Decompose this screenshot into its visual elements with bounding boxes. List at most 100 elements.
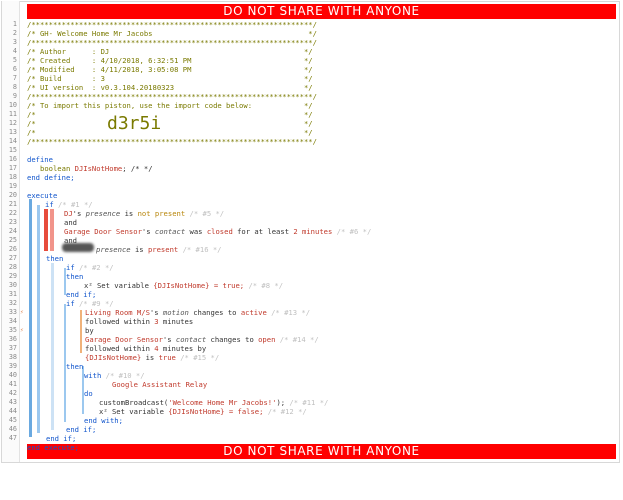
- set-variable-true: x² Set variable {DJIsNotHome} = true; /*…: [84, 281, 283, 290]
- then-block-bar: [51, 263, 54, 430]
- define-comment: /* */: [130, 164, 153, 173]
- if9-statement: if /* #9 */: [66, 299, 114, 308]
- duration-unit: minutes: [302, 227, 333, 236]
- line-number: 44: [8, 407, 17, 415]
- end-if-keyword: end if;: [66, 425, 97, 434]
- attribute-motion: motion: [162, 308, 189, 317]
- lightning-icon: ⚡: [20, 309, 24, 316]
- by-text: by: [197, 344, 207, 353]
- line-number: 11: [8, 110, 17, 118]
- end-with-keyword: end with;: [84, 416, 123, 425]
- line-number: 34: [8, 317, 17, 325]
- condition-comment: /* #5 */: [189, 209, 225, 218]
- function-end: );: [276, 398, 286, 407]
- ui-version-comment: /* UI version : v0.3.104.20180323 */: [27, 83, 313, 92]
- device-garage-door-sensor: Garage Door Sensor: [64, 227, 142, 236]
- action-comment: /* #12 */: [267, 407, 307, 416]
- value-present: present: [147, 245, 179, 254]
- line-number: 3: [12, 38, 17, 46]
- line-number: 26: [8, 245, 17, 253]
- if1-comment: /* #1 */: [57, 200, 93, 209]
- line-number: 9: [12, 92, 17, 100]
- if9-condition-bar: [80, 310, 82, 353]
- condition-comment: /* #16 */: [182, 245, 222, 254]
- condition-garage-closed: Garage Door Sensor's contact was closed …: [64, 227, 371, 236]
- line-number: 32: [8, 299, 17, 307]
- possessive: 's: [72, 209, 82, 218]
- end-if-keyword: end if;: [66, 290, 97, 299]
- line-number: 22: [8, 209, 17, 217]
- line-number: 10: [8, 101, 17, 109]
- possessive: 's: [149, 308, 159, 317]
- line-number: 13: [8, 128, 17, 136]
- value-open: open: [258, 335, 276, 344]
- if9-comment: /* #9 */: [78, 299, 114, 308]
- line-number: 6: [12, 65, 17, 73]
- do-keyword: do: [84, 389, 93, 398]
- line-number: 12: [8, 119, 17, 127]
- set-variable-icon: x²: [84, 281, 93, 290]
- execute-keyword: execute: [27, 191, 58, 200]
- condition-comment: /* #15 */: [180, 353, 220, 362]
- line-number: 16: [8, 155, 17, 163]
- action-comment: /* #11 */: [289, 398, 329, 407]
- line-number: 40: [8, 371, 17, 379]
- then-keyword: then: [66, 272, 84, 281]
- and-operator: and: [64, 218, 77, 227]
- line-number: 24: [8, 227, 17, 235]
- set-variable-false: x² Set variable {DJIsNotHome} = false; /…: [99, 407, 307, 416]
- for-at-least-text: for at least: [237, 227, 290, 236]
- lightning-icon: ⚡: [20, 327, 24, 334]
- modified-comment: /* Modified : 4/11/2018, 3:05:08 PM */: [27, 65, 313, 74]
- line-number: 36: [8, 335, 17, 343]
- condition-comment: /* #13 */: [271, 308, 311, 317]
- line-number: 39: [8, 362, 17, 370]
- bottom-warning-banner: DO NOT SHARE WITH ANYONE: [27, 444, 616, 459]
- condition-motion: Living Room M/S's motion changes to acti…: [85, 308, 310, 317]
- attribute-contact: contact: [154, 227, 186, 236]
- if1-block-bar: [37, 205, 40, 433]
- header-stars: /***************************************…: [27, 38, 317, 47]
- possessive: 's: [141, 227, 151, 236]
- then-keyword: then: [66, 362, 84, 371]
- followed-within-3: followed within 3 minutes: [85, 317, 193, 326]
- with-comment: /* #10 */: [105, 371, 145, 380]
- line-number: 14: [8, 137, 17, 145]
- followed-within-text: followed within: [85, 317, 150, 326]
- line-number: 45: [8, 416, 17, 424]
- followed-within-4: followed within 4 minutes by: [85, 344, 206, 353]
- line-number: 31: [8, 290, 17, 298]
- line-number: 27: [8, 254, 17, 262]
- line-number: 30: [8, 281, 17, 289]
- line-number: 47: [8, 434, 17, 442]
- import-code: d3r5i: [107, 113, 162, 134]
- line-number: 5: [12, 56, 17, 64]
- is-text: is: [134, 245, 144, 254]
- value-true: true: [158, 353, 176, 362]
- top-warning-banner: DO NOT SHARE WITH ANYONE: [27, 4, 616, 19]
- boolean-type: boolean: [40, 164, 71, 173]
- line-number: 2: [12, 29, 17, 37]
- is-text: is: [145, 353, 155, 362]
- device-google-assistant-relay: Google Assistant Relay: [112, 380, 208, 389]
- was-text: was: [189, 227, 203, 236]
- if1-condition-group-bar: [50, 209, 54, 251]
- condition-dj-presence: DJ's presence is not present /* #5 */: [64, 209, 224, 218]
- variable-declaration: boolean DJIsNotHome; /* */: [40, 164, 153, 173]
- function-name: customBroadcast(: [99, 398, 169, 407]
- set-variable-icon: x²: [99, 407, 108, 416]
- is-text: is: [124, 209, 134, 218]
- import-comment: /* To import this piston, use the import…: [27, 101, 313, 110]
- with-keyword: with: [84, 371, 102, 380]
- define-keyword: define: [27, 155, 53, 164]
- line-number: 46: [8, 425, 17, 433]
- assignment: {DJIsNotHome} = false;: [168, 407, 264, 416]
- with-statement: with /* #10 */: [84, 371, 145, 380]
- by-text: by: [85, 326, 94, 335]
- line-number: 42: [8, 389, 17, 397]
- line-number: 29: [8, 272, 17, 280]
- end-execute-keyword: end execute;: [27, 443, 79, 452]
- value-active: active: [240, 308, 267, 317]
- possessive: 's: [162, 335, 172, 344]
- if-keyword: if: [45, 200, 54, 209]
